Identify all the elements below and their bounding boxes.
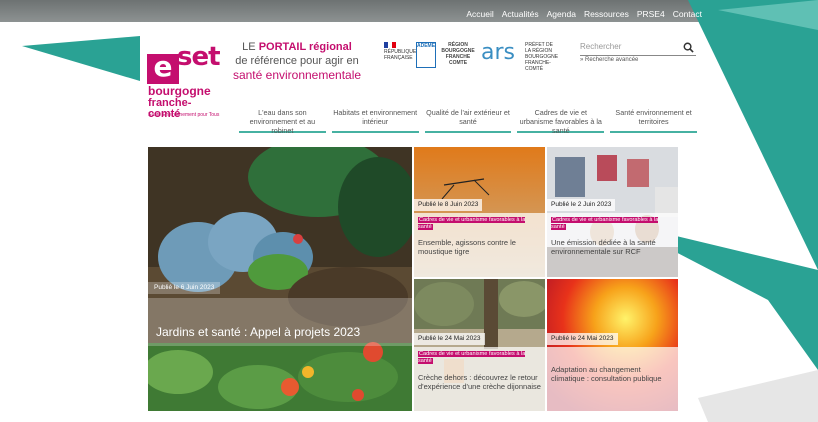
tagline-line2: de référence pour agir en (235, 55, 359, 67)
site-logo[interactable]: e set bourgogne franche-comté Santé Envi… (147, 42, 221, 122)
category-tag[interactable]: Cadres de vie et urbanisme favorables à … (418, 217, 539, 230)
top-nav-agenda[interactable]: Agenda (547, 9, 576, 19)
news-card[interactable]: Publié le 8 Juin 2023 Cadres de vie et u… (414, 147, 545, 277)
nav-sante-territoires[interactable]: Santé environnement et territoires (610, 108, 697, 133)
hero-garden-image (148, 147, 412, 411)
card-date: Publié le 8 Juin 2023 (414, 199, 483, 211)
nav-eau[interactable]: L'eau dans son environnement et au robin… (239, 108, 326, 135)
nav-habitats[interactable]: Habitats et environnement intérieur (331, 108, 419, 133)
main-navigation: L'eau dans son environnement et au robin… (236, 108, 700, 135)
tagline-line3: santé environnementale (232, 68, 362, 82)
card-title[interactable]: Ensemble, agissons contre le moustique t… (418, 238, 541, 256)
news-card[interactable]: Publié le 2 Juin 2023 Cadres de vie et u… (547, 147, 678, 277)
top-nav-contact[interactable]: Contact (673, 9, 702, 19)
ademe-logo[interactable]: ADEME (416, 42, 436, 68)
search-icon[interactable] (683, 42, 694, 53)
category-tag[interactable]: Cadres de vie et urbanisme favorables à … (418, 351, 539, 364)
ars-logo[interactable]: ars (481, 42, 521, 68)
top-nav-accueil[interactable]: Accueil (466, 9, 493, 19)
region-bfc-logo[interactable]: RÉGION BOURGOGNE FRANCHE COMTE (441, 42, 475, 68)
top-navigation: Accueil Actualités Agenda Ressources PRS… (466, 9, 702, 19)
logo-e: e (147, 53, 179, 84)
card-title[interactable]: Crèche dehors : découvrez le retour d'ex… (418, 373, 541, 391)
card-title[interactable]: Une émission dédiée à la santé environne… (551, 238, 674, 256)
category-tag[interactable]: Cadres de vie et urbanisme favorables à … (551, 217, 672, 230)
nav-qualite-air[interactable]: Qualité de l'air extérieur et santé (424, 108, 512, 133)
card-date: Publié le 24 Mai 2023 (414, 333, 485, 345)
hero-date: Publié le 6 Juin 2023 (148, 282, 221, 294)
tagline-highlight: PORTAIL régional (258, 41, 352, 53)
tagline-prefix: LE (242, 41, 256, 53)
prefet-logo[interactable]: PRÉFET DE LA RÉGION BOURGOGNE FRANCHE-CO… (525, 42, 558, 72)
top-nav-prse4[interactable]: PRSE4 (637, 9, 665, 19)
portal-tagline: LE PORTAIL régional de référence pour ag… (222, 40, 372, 82)
news-card[interactable]: Publié le 24 Mai 2023 Cadres de vie et u… (414, 279, 545, 411)
card-date: Publié le 24 Mai 2023 (547, 333, 618, 345)
top-nav-ressources[interactable]: Ressources (584, 9, 629, 19)
french-flag-icon (384, 42, 396, 48)
card-date: Publié le 2 Juin 2023 (547, 199, 616, 211)
advanced-search-link[interactable]: » Recherche avancée (580, 57, 638, 63)
logo-set: set (177, 42, 221, 72)
nav-cadres-de-vie[interactable]: Cadres de vie et urbanisme favorables à … (517, 108, 605, 135)
top-nav-actualites[interactable]: Actualités (502, 9, 539, 19)
hero-card[interactable] (148, 147, 412, 411)
logo-bourgogne: bourgogne (148, 84, 211, 98)
logo-tagline: Santé Environnement pour Tous (148, 112, 220, 118)
decorative-triangle (22, 36, 140, 81)
news-card[interactable]: Publié le 24 Mai 2023 Adaptation au chan… (547, 279, 678, 411)
republique-francaise-logo[interactable]: RÉPUBLIQUE FRANÇAISE (384, 42, 416, 68)
search-input[interactable]: Rechercher (580, 42, 696, 56)
card-title[interactable]: Adaptation au changement climatique : co… (551, 365, 674, 383)
hero-title[interactable]: Jardins et santé : Appel à projets 2023 (156, 325, 360, 339)
